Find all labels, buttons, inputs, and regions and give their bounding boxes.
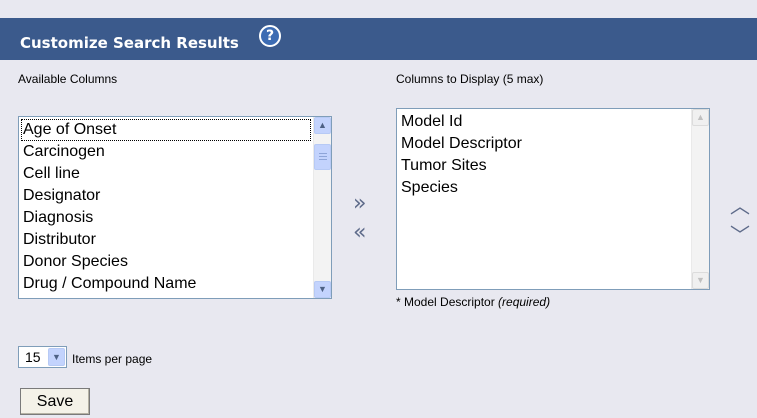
- scroll-thumb[interactable]: [314, 144, 331, 170]
- remove-left-icon[interactable]: «: [353, 222, 366, 244]
- list-item[interactable]: Diagnosis: [21, 207, 311, 229]
- list-item[interactable]: Distributor: [21, 229, 311, 251]
- items-per-page-select[interactable]: 15 ▼: [18, 346, 67, 368]
- list-item[interactable]: Age of Onset: [21, 119, 311, 141]
- items-per-page-label: Items per page: [72, 352, 153, 366]
- display-columns-list[interactable]: Model Id Model Descriptor Tumor Sites Speci…: [396, 108, 710, 290]
- list-item[interactable]: Model Id: [399, 111, 689, 133]
- scroll-up-icon[interactable]: ▲: [692, 109, 709, 126]
- items-per-page-value: 15: [25, 349, 41, 365]
- required-note: * Model Descriptor (required): [396, 295, 550, 309]
- scroll-up-icon[interactable]: ▲: [314, 117, 331, 134]
- available-scrollbar[interactable]: ▲ ▼: [313, 117, 331, 298]
- panel-header: Customize Search Results ?: [0, 18, 757, 60]
- required-note-field: * Model Descriptor: [396, 295, 495, 309]
- available-columns-label: Available Columns: [18, 72, 118, 86]
- list-item[interactable]: Carcinogen: [21, 141, 311, 163]
- panel-title: Customize Search Results: [20, 34, 239, 52]
- move-down-icon[interactable]: ﹀: [730, 224, 750, 246]
- list-item[interactable]: Model Descriptor: [399, 133, 689, 155]
- required-note-tag: (required): [498, 295, 551, 309]
- available-columns-list[interactable]: Age of Onset Carcinogen Cell line Designato…: [18, 116, 332, 299]
- list-item[interactable]: Designator: [21, 185, 311, 207]
- chevron-down-icon[interactable]: ▼: [48, 348, 65, 366]
- scroll-down-icon[interactable]: ▼: [692, 272, 709, 289]
- move-up-icon[interactable]: ︿: [730, 195, 750, 217]
- display-scrollbar[interactable]: ▲ ▼: [691, 109, 709, 289]
- scroll-down-icon[interactable]: ▼: [314, 281, 331, 298]
- list-item[interactable]: Species: [399, 177, 689, 199]
- list-item[interactable]: Cell line: [21, 163, 311, 185]
- add-right-icon[interactable]: »: [353, 193, 366, 215]
- help-icon[interactable]: ?: [259, 25, 281, 47]
- save-button[interactable]: Save: [20, 388, 90, 415]
- list-item[interactable]: Tumor Sites: [399, 155, 689, 177]
- display-columns-label: Columns to Display (5 max): [396, 72, 544, 86]
- list-item[interactable]: Drug / Compound Name: [21, 273, 311, 295]
- top-strip: [0, 0, 757, 18]
- list-item[interactable]: Donor Species: [21, 251, 311, 273]
